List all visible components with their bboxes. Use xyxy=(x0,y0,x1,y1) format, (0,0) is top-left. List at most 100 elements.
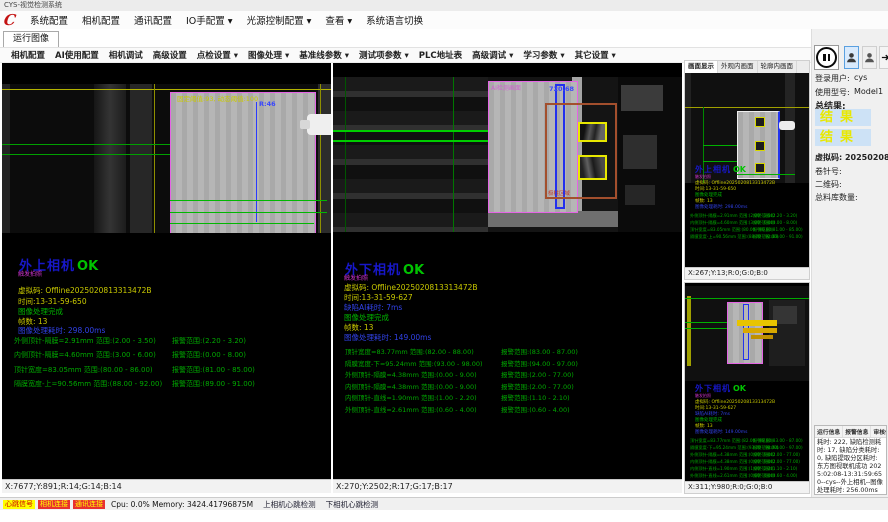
measurement-row: 外侧顶针-隔膜=2.91mm 范围:(2.00 - 3.50) 报警范围:(2.… xyxy=(685,213,809,220)
info-tab[interactable]: 报警信息 xyxy=(843,426,871,437)
control-sidebar: 登录用户: cys 使用型号: Model1 总结果: 结果 结果 虚拟码: 2… xyxy=(811,29,888,497)
camera-image-outer-bottom[interactable]: AI检测画面 720.68 极柱区域 xyxy=(333,77,682,232)
green-measure-line xyxy=(685,328,727,329)
menu-item[interactable]: 系统语言切换 xyxy=(359,13,430,27)
exit-button[interactable] xyxy=(879,46,888,69)
measurement-list: 外侧顶针-隔膜=2.91mm 范围:(2.00 - 3.50) 报警范围:(2.… xyxy=(685,213,809,241)
texture-band xyxy=(94,84,126,233)
ai-region-label: AI检测画面 xyxy=(491,83,521,92)
measurement-value: 顶针宽度=83.05mm 范围:(80.00 - 86.00) xyxy=(14,365,153,375)
sidebar-barcode: 虚拟码: 20250208 xyxy=(815,152,888,163)
info-tab[interactable]: 审核信息 xyxy=(871,426,887,437)
alarm-range: 报警范围:(2.20 - 3.20) xyxy=(172,336,246,346)
alarm-range: 报警范围:(2.20 - 3.20) xyxy=(753,213,797,219)
tab-run-image[interactable]: 运行图像 xyxy=(3,31,59,47)
green-measure-line xyxy=(2,154,170,155)
pause-button[interactable] xyxy=(814,45,839,70)
user-login-button[interactable] xyxy=(844,46,859,69)
user-icon xyxy=(864,52,875,63)
mini-view-tab[interactable]: 轮廓内画面 xyxy=(758,61,798,73)
menu-bar: C 系统配置相机配置通讯配置IO手配置 ▾光源控制配置 ▾查看 ▾系统语言切换 xyxy=(0,11,888,30)
upper-camera-heartbeat-check[interactable]: 上相机心跳检测 xyxy=(263,499,316,510)
app-status-bar: 心跳信号 相机连接 通讯连接 Cpu: 0.0% Memory: 3424.41… xyxy=(0,497,888,510)
yellow-guide-line xyxy=(320,84,321,233)
alarm-range: 报警范围:(83.00 - 87.00) xyxy=(501,346,578,356)
user-icon xyxy=(846,52,857,63)
trigger-mode-label: 触发拍照 xyxy=(344,273,368,282)
result-badge-top: 结果 xyxy=(815,109,871,126)
process-time-line: 图像处理耗时: 298.00ms xyxy=(695,204,747,210)
toolbar-item[interactable]: 点检设置 ▾ xyxy=(192,49,243,61)
measurement-list: 顶针宽度=83.77mm 范围:(82.00 - 88.00) 报警范围:(83… xyxy=(685,438,809,480)
measurement-value: 外侧顶针-直线=2.61mm 范围:(0.60 - 4.00) xyxy=(345,404,477,414)
measurement-row: 内侧顶针-隔膜=4.60mm 范围:(3.00 - 6.00) 报警范围:(0.… xyxy=(2,350,331,364)
model-value: Model1 xyxy=(854,87,883,96)
mini-view-tab[interactable]: 画面显示 xyxy=(685,61,718,73)
toolbar-item[interactable]: 相机调试 xyxy=(104,49,148,61)
measurement-row: 外侧顶针-直线=2.61mm 范围:(0.60 - 4.00) 报警范围:(0.… xyxy=(685,473,809,480)
mini-view-tab[interactable]: 外观内画面 xyxy=(718,61,758,73)
menu-item[interactable]: 系统配置 xyxy=(23,13,75,27)
green-measure-line xyxy=(2,144,170,145)
camera-name: 外上相机 xyxy=(695,165,731,174)
texture-band xyxy=(625,185,655,205)
gripper-clip-shape xyxy=(779,121,795,130)
gripper-clip-shape xyxy=(300,120,310,129)
app-window: CYS-视觉检测系统 C 系统配置相机配置通讯配置IO手配置 ▾光源控制配置 ▾… xyxy=(0,0,888,522)
menu-item[interactable]: 光源控制配置 ▾ xyxy=(240,13,319,27)
toolbar-item[interactable]: 高级调试 ▾ xyxy=(467,49,518,61)
measurement-value: 隔膜宽度-上=90.56mm 范围:(88.00 - 92.00) xyxy=(14,379,162,389)
result-ok-text: OK xyxy=(77,259,98,274)
alarm-range: 报警范围:(81.00 - 85.00) xyxy=(753,227,803,233)
measurement-row: 顶针宽度=83.77mm 范围:(82.00 - 88.00) 报警范围:(83… xyxy=(685,438,809,445)
view-tab-strip: 运行图像 xyxy=(0,29,812,47)
menu-item[interactable]: 查看 ▾ xyxy=(318,13,359,27)
toolbar-item[interactable]: 高级设置 xyxy=(148,49,192,61)
threshold-label: 固定阈值:93, 动态阈值:100 xyxy=(177,93,258,103)
toolbar-item[interactable]: 学习参数 ▾ xyxy=(518,49,569,61)
green-guide-line xyxy=(453,77,454,232)
result-badge-bottom: 结果 xyxy=(815,129,871,146)
defect-roi-yellow xyxy=(755,163,765,173)
defect-roi-yellow xyxy=(578,155,607,180)
measurement-row: 外侧顶针-隔膜=2.91mm 范围:(2.00 - 3.50) 报警范围:(2.… xyxy=(2,336,331,350)
toolbar-item[interactable]: AI使用配置 xyxy=(50,49,104,61)
camera-panel-outer-bottom: AI检测画面 720.68 极柱区域 外下相机OK 触发拍照 虚拟码: Offl… xyxy=(333,63,682,493)
toolbar-item[interactable]: 其它设置 ▾ xyxy=(570,49,621,61)
result-ok-text: OK xyxy=(403,263,424,278)
menu-item[interactable]: 通讯配置 xyxy=(127,13,179,27)
toolbar-item[interactable]: 图像处理 ▾ xyxy=(243,49,294,61)
lower-camera-heartbeat-check[interactable]: 下相机心跳检测 xyxy=(326,499,379,510)
baseline-yellow-line xyxy=(2,89,331,90)
camera-image-outer-top[interactable]: 固定阈值:93, 动态阈值:100 R:46 xyxy=(2,84,331,233)
camera-image-inner-bottom[interactable] xyxy=(685,286,809,381)
process-time-line: 图像处理耗时: 149.00ms xyxy=(695,429,747,435)
green-measure-line xyxy=(703,145,737,146)
green-measure-line xyxy=(685,322,727,323)
measurement-row: 隔膜宽度-下=95.24mm 范围:(93.00 - 98.00) 报警范围:(… xyxy=(333,358,682,370)
defect-roi-yellow xyxy=(755,141,765,151)
user-manage-button[interactable] xyxy=(862,46,877,69)
needle-number-label: 卷针号: xyxy=(815,166,842,177)
defect-roi-yellow xyxy=(755,117,765,127)
toolbar-item[interactable]: 相机配置 xyxy=(6,49,50,61)
camera-name: 外下相机 xyxy=(695,384,731,393)
measurement-row: 隔膜宽度-下=95.24mm 范围:(93.00 - 98.00) 报警范围:(… xyxy=(685,445,809,452)
info-log-text[interactable]: 耗时: 222, 缺陷检测耗时: 17, 缺陷分类耗时: 0, 缺陷提取分区耗时… xyxy=(815,438,886,495)
menu-item[interactable]: IO手配置 ▾ xyxy=(179,13,240,27)
info-tab[interactable]: 运行信息 xyxy=(815,426,843,437)
alarm-range: 报警范围:(0.00 - 8.00) xyxy=(172,350,246,360)
measurement-row: 隔膜宽度-上=90.56mm 范围:(88.00 - 92.00) 报警范围:(… xyxy=(2,379,331,393)
menu-item[interactable]: 相机配置 xyxy=(75,13,127,27)
alarm-range: 报警范围:(1.10 - 2.10) xyxy=(501,392,570,402)
green-measure-line xyxy=(703,161,737,162)
toolbar-item[interactable]: PLC地址表 xyxy=(414,49,467,61)
toolbar-item[interactable]: 基准线参数 ▾ xyxy=(294,49,354,61)
toolbar-item[interactable]: 测试项参数 ▾ xyxy=(354,49,414,61)
highlight-streak-yellow xyxy=(743,328,777,333)
green-guide-line xyxy=(345,77,346,232)
login-user-value: cys xyxy=(854,73,867,82)
gripper-clip-shape xyxy=(307,114,331,135)
process-time-line: 图像处理耗时: 298.00ms xyxy=(18,325,105,336)
qrcode-label: 二维码: xyxy=(815,179,842,190)
